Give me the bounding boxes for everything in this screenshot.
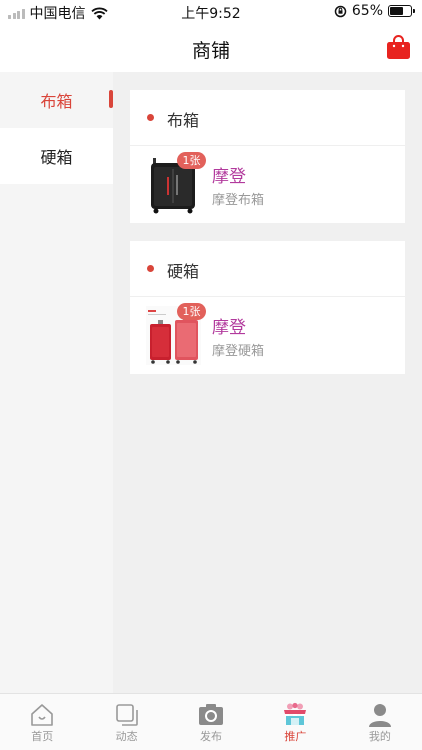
sidebar-item-label: 硬箱 [40, 148, 73, 167]
product-desc: 摩登布箱 [212, 193, 265, 208]
product-item[interactable]: 1张 摩登 摩登布箱 [130, 146, 405, 223]
home-icon [31, 704, 54, 726]
tab-label: 我的 [368, 730, 391, 743]
battery-level [390, 7, 403, 15]
section-dot [147, 114, 154, 121]
sidebar-item-label: 布箱 [40, 92, 73, 111]
product-name: 摩登 [212, 167, 246, 187]
tab-label: 发布 [200, 730, 223, 743]
battery-percent: 65% [351, 3, 383, 19]
product-name: 摩登 [212, 318, 246, 338]
tab-label: 动态 [115, 730, 138, 743]
page-title: 商铺 [191, 40, 230, 62]
nav-bar: 商铺 [0, 24, 422, 72]
tab-label: 推广 [284, 730, 307, 743]
tab-label: 首页 [31, 730, 54, 743]
shop-body: 布箱 硬箱 布箱 1张 摩登 摩登布箱 硬箱 1张 摩登 摩登硬箱 [0, 72, 422, 693]
section-title: 硬箱 [167, 262, 200, 281]
section-header: 布箱 [130, 90, 405, 146]
count-badge: 1张 [177, 303, 206, 320]
square-stack-icon [115, 704, 138, 726]
sidebar-item-hard-case[interactable]: 硬箱 [0, 128, 113, 184]
product-desc: 摩登硬箱 [212, 344, 265, 359]
tab-home[interactable]: 首页 [0, 694, 84, 750]
storefront-icon [284, 702, 307, 725]
status-bar: 中国电信 上午9:52 65% [0, 0, 422, 24]
count-badge: 1张 [177, 152, 206, 169]
camera-icon [199, 704, 224, 725]
section-title: 布箱 [167, 111, 200, 130]
section-card: 布箱 1张 摩登 摩登布箱 [130, 90, 405, 223]
section-card: 硬箱 1张 摩登 摩登硬箱 [130, 241, 405, 374]
section-dot [147, 265, 154, 272]
sidebar-item-fabric-case[interactable]: 布箱 [0, 72, 113, 128]
tab-mine[interactable]: 我的 [338, 694, 422, 750]
battery-icon [388, 5, 415, 17]
tab-moments[interactable]: 动态 [84, 694, 168, 750]
shopping-bag-icon[interactable] [386, 34, 411, 60]
person-icon [368, 704, 391, 727]
category-content: 布箱 1张 摩登 摩登布箱 硬箱 1张 摩登 摩登硬箱 [113, 72, 422, 693]
section-header: 硬箱 [130, 241, 405, 297]
tab-promote[interactable]: 推广 [253, 694, 337, 750]
tab-publish[interactable]: 发布 [169, 694, 253, 750]
status-right: 65% [334, 3, 415, 19]
category-sidebar: 布箱 硬箱 [0, 72, 113, 693]
tab-bar: 首页 动态 发布 推广 我的 [0, 693, 422, 750]
product-item[interactable]: 1张 摩登 摩登硬箱 [130, 297, 405, 374]
rotation-lock-icon [334, 5, 347, 17]
